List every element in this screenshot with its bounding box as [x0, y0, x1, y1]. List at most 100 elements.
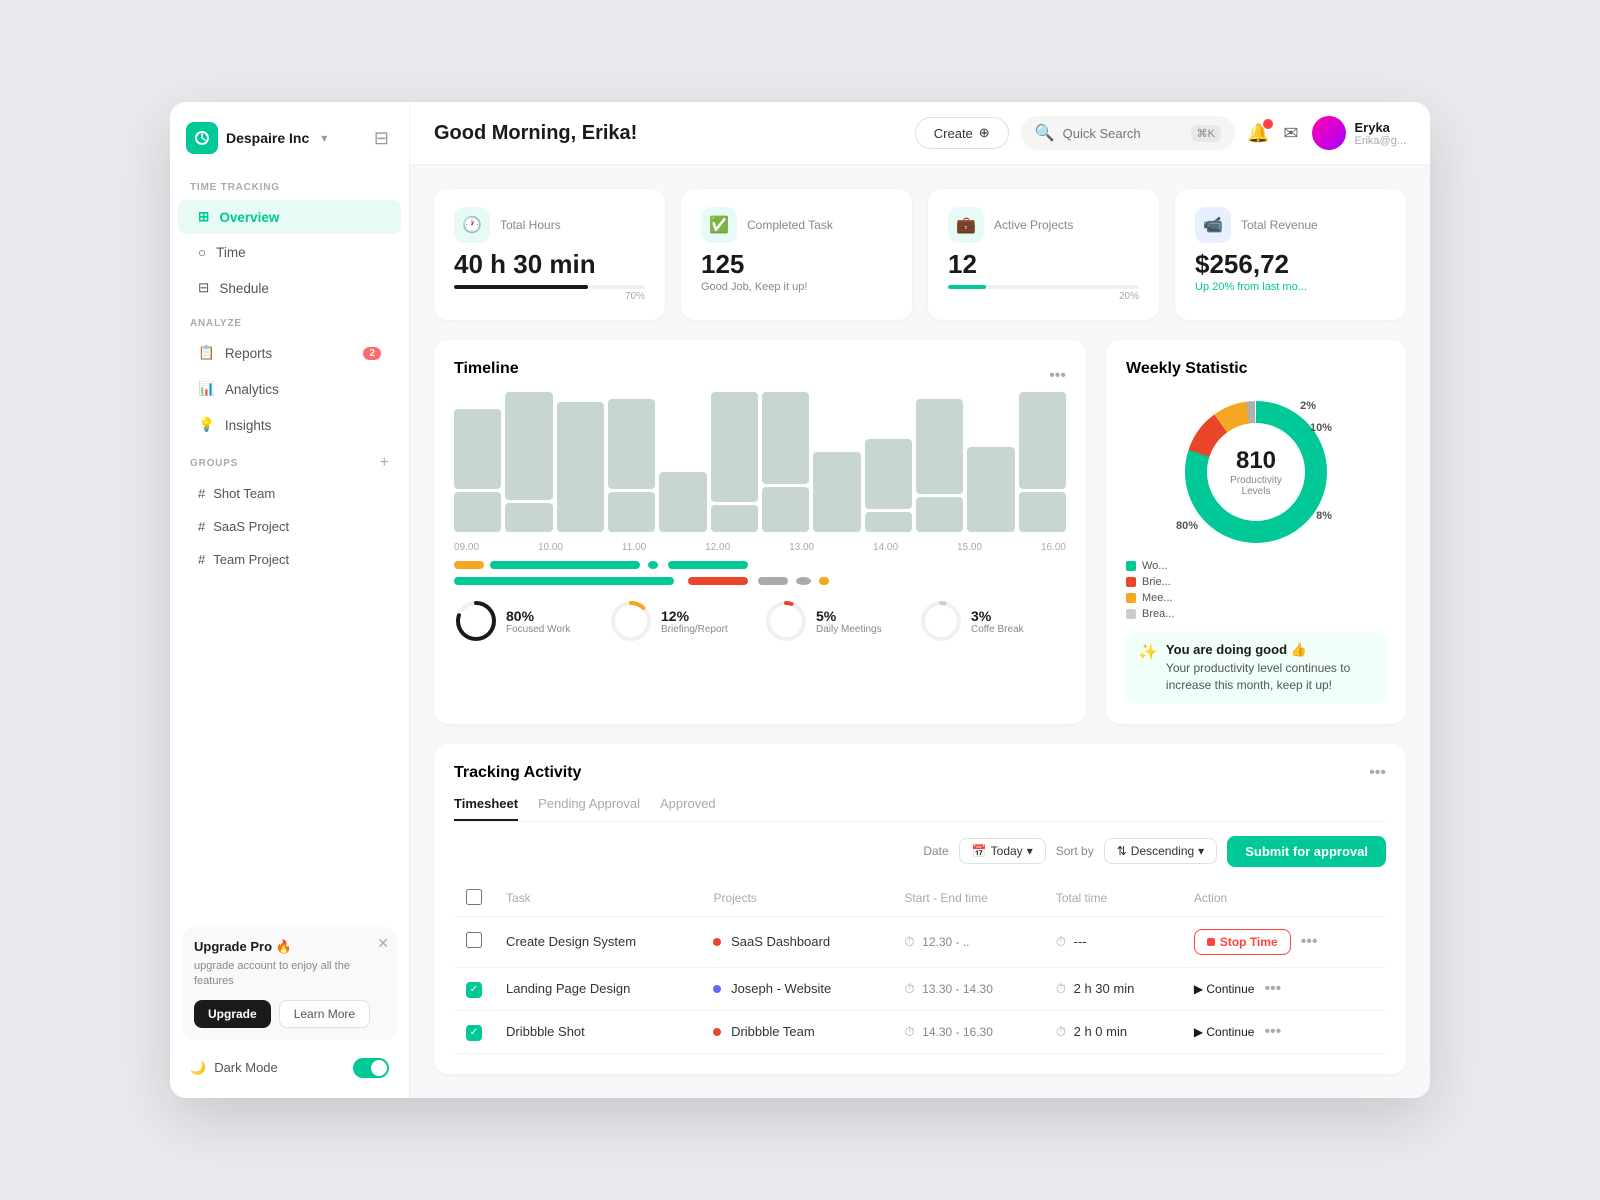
- group-label-team-project: Team Project: [213, 552, 289, 567]
- focused-work-label: Focused Work: [506, 624, 570, 635]
- continue-button-row3[interactable]: ▶ Continue: [1194, 1025, 1255, 1039]
- row-2-checkbox-checked[interactable]: ✓: [466, 982, 482, 998]
- sidebar-item-team-project[interactable]: # Team Project: [178, 544, 401, 575]
- row-3-start-end: 14.30 - 16.30: [922, 1025, 993, 1039]
- date-filter-button[interactable]: 📅 Today ▾: [959, 838, 1046, 864]
- page-title: Good Morning, Erika!: [434, 122, 903, 145]
- dark-mode-label: 🌙 Dark Mode: [190, 1060, 278, 1076]
- row-2-task: Landing Page Design: [494, 967, 701, 1010]
- select-all-checkbox[interactable]: [466, 889, 482, 905]
- date-filter-label: Date: [923, 844, 948, 858]
- table-row: ✓ Dribbble Shot Dribbble Team ⏱ 14.30 - …: [454, 1010, 1386, 1053]
- tab-approved[interactable]: Approved: [660, 796, 716, 821]
- donut-wrapper: 810 ProductivityLevels 2% 10% 8% 80%: [1176, 392, 1336, 552]
- legend-item-break: Brea...: [1126, 608, 1386, 620]
- stop-icon: [1207, 938, 1215, 946]
- meetings-pct: 5%: [816, 608, 882, 624]
- weekly-title: Weekly Statistic: [1126, 360, 1386, 378]
- stop-time-button[interactable]: Stop Time: [1194, 929, 1291, 955]
- mail-button[interactable]: ✉: [1283, 123, 1298, 144]
- continue-button-row2[interactable]: ▶ Continue: [1194, 982, 1255, 996]
- completed-task-icon: ✅: [701, 207, 737, 243]
- active-projects-progress: [948, 285, 986, 289]
- row-1-project-dot: [713, 938, 721, 946]
- sidebar-item-label-time: Time: [216, 245, 246, 260]
- row-2-action: ▶ Continue •••: [1182, 967, 1386, 1010]
- sidebar-item-shot-team[interactable]: # Shot Team: [178, 478, 401, 509]
- tracking-title: Tracking Activity: [454, 764, 581, 782]
- col-total-time: Total time: [1044, 881, 1182, 917]
- company-name: Despaire Inc: [226, 130, 309, 146]
- row-3-project-dot: [713, 1028, 721, 1036]
- timeline-more-button[interactable]: •••: [1049, 367, 1066, 385]
- active-projects-progress-label: 20%: [948, 291, 1139, 302]
- completed-task-sub: Good Job, Keep it up!: [701, 281, 892, 293]
- dark-mode-toggle[interactable]: [353, 1058, 389, 1078]
- avatar: [1312, 116, 1346, 150]
- sidebar-header: Despaire Inc ▾ ⊟: [170, 102, 409, 170]
- total-hours-icon: 🕐: [454, 207, 490, 243]
- focused-work-pct: 80%: [506, 608, 570, 624]
- learn-more-button[interactable]: Learn More: [279, 1000, 370, 1028]
- upgrade-close-button[interactable]: ✕: [377, 935, 389, 952]
- tab-timesheet[interactable]: Timesheet: [454, 796, 518, 821]
- timeline-bar-chart: [454, 392, 1066, 532]
- sidebar-item-analytics[interactable]: 📊 Analytics: [178, 372, 401, 406]
- break-label: Coffe Break: [971, 624, 1024, 635]
- row-1-checkbox[interactable]: [466, 932, 482, 948]
- add-group-button[interactable]: +: [380, 455, 389, 471]
- tracking-more-button[interactable]: •••: [1369, 764, 1386, 782]
- user-info: Eryka Erika@g...: [1354, 120, 1406, 147]
- row-1-total: ⏱ ---: [1044, 916, 1182, 967]
- star-icon: ✨: [1138, 642, 1158, 662]
- completed-task-label: Completed Task: [747, 218, 833, 232]
- create-button[interactable]: Create ⊕: [915, 117, 1009, 149]
- clock-icon-total-row1: ⏱: [1056, 934, 1066, 949]
- sidebar-item-overview[interactable]: ⊞ Overview: [178, 200, 401, 234]
- row-2-start-end: 13.30 - 14.30: [922, 982, 993, 996]
- groups-header: GROUPS +: [170, 443, 409, 477]
- clock-icon-row1: ⏱: [904, 934, 914, 949]
- sidebar-item-insights[interactable]: 💡 Insights: [178, 408, 401, 442]
- sidebar-item-label-schedule: Shedule: [219, 281, 269, 296]
- legend-item-work: Wo...: [1126, 560, 1386, 572]
- clock-icon-row3: ⏱: [904, 1024, 914, 1039]
- sidebar-logo[interactable]: Despaire Inc ▾: [186, 122, 327, 154]
- upgrade-desc: upgrade account to enjoy all the feature…: [194, 959, 385, 990]
- submit-approval-button[interactable]: Submit for approval: [1227, 836, 1386, 867]
- row-3-more-button[interactable]: •••: [1260, 1023, 1285, 1041]
- tab-pending[interactable]: Pending Approval: [538, 796, 640, 821]
- sidebar-item-label-insights: Insights: [225, 418, 272, 433]
- row-1-project: SaaS Dashboard: [701, 916, 892, 967]
- row-2-total-time: 2 h 30 min: [1074, 981, 1135, 996]
- upgrade-button[interactable]: Upgrade: [194, 1000, 271, 1028]
- sidebar-item-schedule[interactable]: ⊟ Shedule: [178, 271, 401, 305]
- timeline-title: Timeline: [454, 360, 519, 378]
- sidebar-item-time[interactable]: ○ Time: [178, 236, 401, 269]
- moon-icon: 🌙: [190, 1060, 206, 1076]
- donut-pct-2: 2%: [1300, 400, 1316, 412]
- logo-icon: [186, 122, 218, 154]
- sort-filter-button[interactable]: ⇅ Descending ▾: [1104, 838, 1217, 864]
- legend-dot-work: [1126, 561, 1136, 571]
- row-1-more-button[interactable]: •••: [1297, 933, 1322, 951]
- row-2-project-name: Joseph - Website: [731, 981, 831, 996]
- hashtag-icon-3: #: [198, 552, 205, 567]
- sidebar-item-reports[interactable]: 📋 Reports 2: [178, 336, 401, 370]
- row-3-project: Dribbble Team: [701, 1010, 892, 1053]
- completed-task-value: 125: [701, 251, 892, 277]
- row-3-action: ▶ Continue •••: [1182, 1010, 1386, 1053]
- topbar: Good Morning, Erika! Create ⊕ 🔍 ⌘K 🔔 ✉: [410, 102, 1430, 165]
- row-2-more-button[interactable]: •••: [1260, 980, 1285, 998]
- legend-dot-brief: [1126, 577, 1136, 587]
- search-input[interactable]: [1063, 126, 1183, 141]
- stat-card-total-revenue: 📹 Total Revenue $256,72 Up 20% from last…: [1175, 189, 1406, 320]
- stat-circle-briefing: 12% Briefing/Report: [609, 599, 756, 643]
- plus-circle-icon: ⊕: [979, 125, 990, 141]
- row-3-checkbox-checked[interactable]: ✓: [466, 1025, 482, 1041]
- sidebar-collapse-button[interactable]: ⊟: [370, 124, 393, 153]
- legend-dot-break: [1126, 609, 1136, 619]
- user-avatar-area[interactable]: Eryka Erika@g...: [1312, 116, 1406, 150]
- notification-button[interactable]: 🔔: [1247, 123, 1269, 144]
- sidebar-item-saas-project[interactable]: # SaaS Project: [178, 511, 401, 542]
